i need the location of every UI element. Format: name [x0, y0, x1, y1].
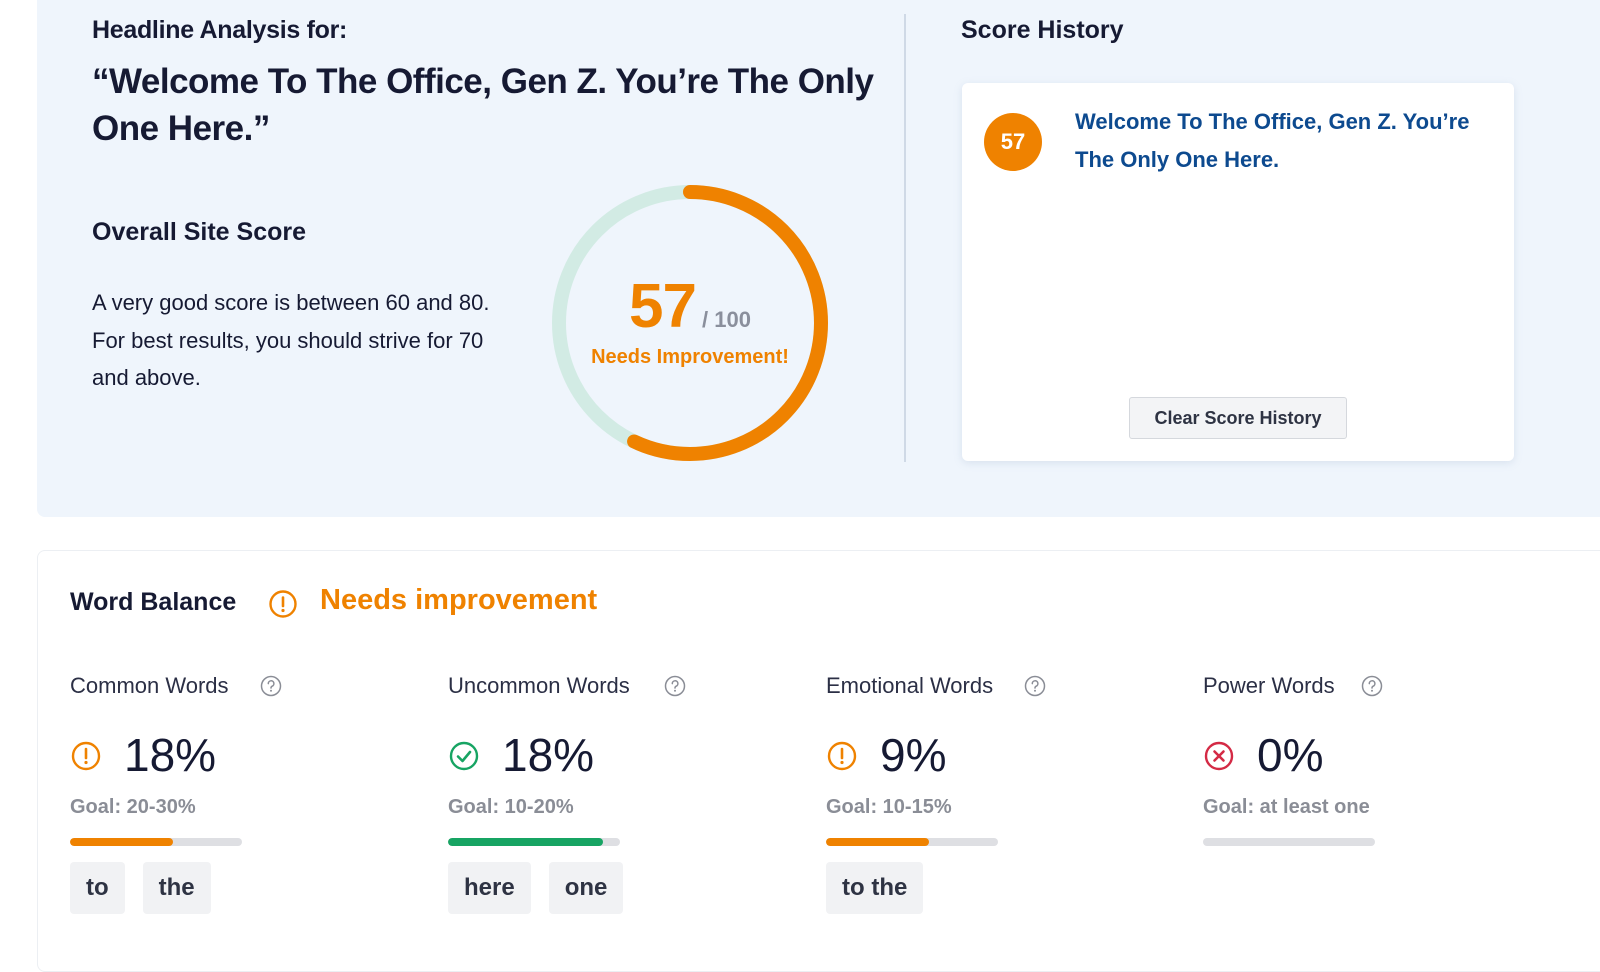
metric-uncommon-words: Uncommon Words 18% Goal: 10-20% here one — [448, 670, 808, 930]
word-chip[interactable]: to the — [826, 862, 924, 914]
metric-value: 9% — [880, 729, 947, 781]
metric-progress-fill — [70, 838, 174, 846]
metric-common-words: Common Words 18% Goal: 20-30% to the — [70, 670, 430, 930]
metric-word-chips: here one — [448, 862, 624, 914]
metric-power-words: Power Words 0% Goal: at least one — [1203, 670, 1563, 930]
question-icon[interactable] — [1024, 675, 1046, 697]
word-chip[interactable]: here — [448, 862, 531, 914]
history-score-badge: 57 — [984, 113, 1042, 171]
history-headline-link[interactable]: Welcome To The Office, Gen Z. You’re The… — [1075, 103, 1495, 179]
metric-word-chips: to the — [70, 862, 211, 914]
metric-progress-fill — [448, 838, 603, 846]
score-value-row: 57/ 100 — [550, 271, 830, 342]
warning-icon — [71, 741, 101, 771]
question-icon[interactable] — [1361, 675, 1383, 697]
metric-goal: Goal: 10-20% — [448, 796, 574, 818]
metric-progress-bar — [826, 838, 998, 846]
clear-score-history-button[interactable]: Clear Score History — [1129, 397, 1347, 439]
metric-progress-bar — [1203, 838, 1375, 846]
score-status: Needs Improvement! — [591, 346, 789, 368]
score-value: 57 — [629, 272, 697, 341]
metric-progress-fill — [826, 838, 930, 846]
warning-icon — [827, 741, 857, 771]
metric-value: 18% — [502, 729, 595, 781]
word-balance-status: Needs improvement — [320, 584, 598, 616]
metric-label: Uncommon Words — [448, 673, 630, 698]
score-display: 57/ 100 Needs Improvement! — [550, 183, 830, 463]
overall-score-title: Overall Site Score — [92, 218, 307, 246]
word-chip[interactable]: to — [70, 862, 125, 914]
metric-label: Common Words — [70, 673, 229, 698]
metric-label: Emotional Words — [826, 673, 994, 698]
metric-progress-bar — [70, 838, 242, 846]
score-history-title: Score History — [961, 16, 1124, 44]
score-history-card: 57 Welcome To The Office, Gen Z. You’re … — [962, 83, 1514, 461]
check-icon — [449, 741, 479, 771]
metric-label: Power Words — [1203, 673, 1335, 698]
warning-icon — [269, 590, 297, 618]
metric-progress-bar — [448, 838, 620, 846]
score-max: / 100 — [702, 307, 751, 332]
metric-value: 18% — [124, 729, 217, 781]
metric-emotional-words: Emotional Words 9% Goal: 10-15% to the — [826, 670, 1186, 930]
headline-text: “Welcome To The Office, Gen Z. You’re Th… — [92, 62, 874, 148]
overall-score-description: A very good score is between 60 and 80. … — [92, 290, 490, 390]
metric-goal: Goal: 10-15% — [826, 796, 952, 818]
question-icon[interactable] — [260, 675, 282, 697]
error-icon — [1204, 741, 1234, 771]
headline-analysis-label: Headline Analysis for: — [92, 16, 348, 44]
metric-goal: Goal: at least one — [1203, 796, 1370, 818]
word-chip[interactable]: one — [548, 862, 624, 914]
question-icon[interactable] — [664, 675, 686, 697]
word-chip[interactable]: the — [142, 862, 211, 914]
word-balance-title: Word Balance — [70, 588, 237, 616]
metric-value: 0% — [1257, 729, 1324, 781]
metric-goal: Goal: 20-30% — [70, 796, 196, 818]
metric-word-chips: to the — [826, 862, 924, 914]
section-divider — [904, 14, 906, 462]
